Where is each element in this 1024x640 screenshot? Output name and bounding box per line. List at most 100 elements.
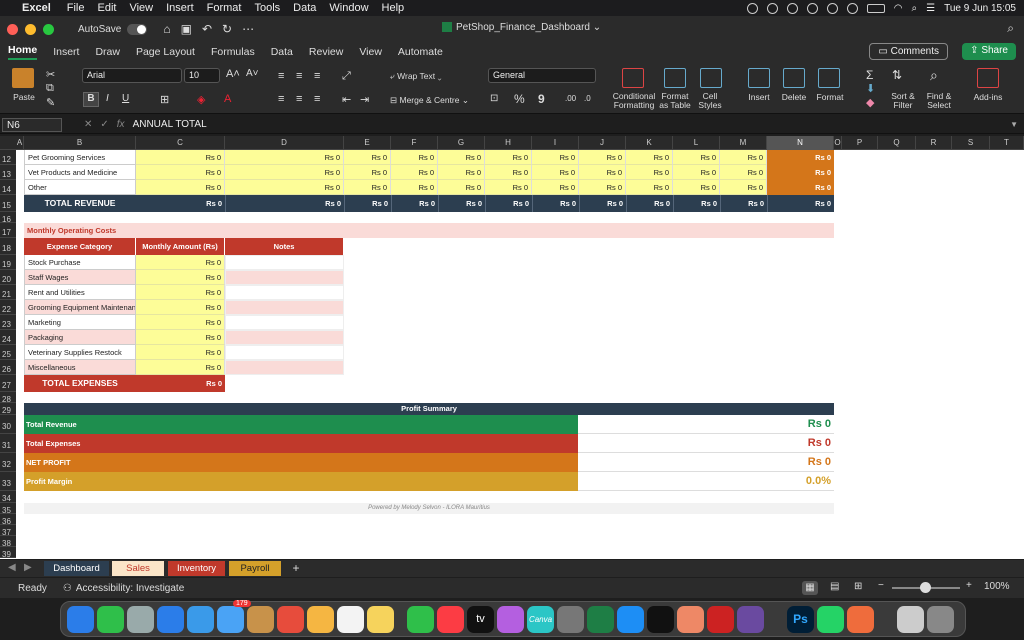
system-settings-icon[interactable] <box>557 606 584 633</box>
tab-data[interactable]: Data <box>271 46 293 58</box>
column-header-s[interactable]: S <box>952 136 990 150</box>
sheet-tab-payroll[interactable]: Payroll <box>229 561 281 576</box>
capcut-icon[interactable] <box>647 606 674 633</box>
column-header-a[interactable]: A <box>16 136 24 150</box>
row-header[interactable]: 27 <box>0 375 16 392</box>
row-header[interactable]: 33 <box>0 472 16 491</box>
align-left-icon[interactable]: ≡ <box>278 93 284 105</box>
row-header[interactable]: 35 <box>0 503 16 515</box>
total-revenue-cell[interactable]: Rs 0 <box>626 195 673 212</box>
revenue-cell[interactable]: Rs 0 <box>136 165 225 180</box>
undo-icon[interactable]: ↶ <box>202 22 212 36</box>
add-sheet-button[interactable]: + <box>288 561 304 576</box>
menu-help[interactable]: Help <box>382 2 405 14</box>
revenue-cell[interactable]: Rs 0 <box>673 165 720 180</box>
revenue-cell[interactable]: Rs 0 <box>438 150 485 165</box>
increase-decimal-button[interactable]: .00 <box>565 94 576 103</box>
normal-view-icon[interactable]: ▦ <box>802 581 818 595</box>
autosum-icon[interactable]: Σ <box>866 68 873 82</box>
revenue-cell[interactable]: Rs 0 <box>626 150 673 165</box>
column-header-q[interactable]: Q <box>878 136 916 150</box>
menu-insert[interactable]: Insert <box>166 2 194 14</box>
expense-notes-cell[interactable] <box>225 330 344 345</box>
menu-window[interactable]: Window <box>329 2 368 14</box>
conditional-formatting-icon[interactable] <box>622 68 644 88</box>
accessibility-icon[interactable]: ⚇ <box>63 583 72 594</box>
total-revenue-cell[interactable]: Rs 0 <box>438 195 485 212</box>
percent-button[interactable]: % <box>514 92 525 106</box>
revenue-cell[interactable]: Rs 0 <box>626 180 673 195</box>
expense-notes-cell[interactable] <box>225 285 344 300</box>
zoom-slider-thumb[interactable] <box>920 582 931 593</box>
tab-insert[interactable]: Insert <box>53 46 79 58</box>
revenue-cell[interactable]: Rs 0 <box>673 180 720 195</box>
expense-label[interactable]: Stock Purchase <box>24 255 136 270</box>
revenue-cell[interactable]: Rs 0 <box>391 150 438 165</box>
numbers-icon[interactable] <box>407 606 434 633</box>
total-revenue-cell[interactable]: Rs 0 <box>485 195 532 212</box>
column-header-g[interactable]: G <box>438 136 485 150</box>
maximize-button[interactable] <box>43 23 54 35</box>
revenue-cell[interactable]: Rs 0 <box>579 165 626 180</box>
row-header[interactable]: 39 <box>0 547 16 559</box>
total-revenue-cell[interactable]: Rs 0 <box>673 195 720 212</box>
align-right-icon[interactable]: ≡ <box>314 93 320 105</box>
expense-amount-cell[interactable]: Rs 0 <box>136 270 225 285</box>
row-header[interactable]: 26 <box>0 360 16 375</box>
prev-sheet-icon[interactable]: ◀ <box>8 562 16 573</box>
profit-value[interactable]: 0.0% <box>578 472 834 491</box>
italic-button[interactable]: I <box>106 93 109 104</box>
column-header-t[interactable]: T <box>990 136 1024 150</box>
menu-view[interactable]: View <box>129 2 153 14</box>
cell-styles-icon[interactable] <box>700 68 722 88</box>
delete-cells-button[interactable]: Delete <box>780 92 808 102</box>
music-icon[interactable] <box>437 606 464 633</box>
total-revenue-cell[interactable]: Rs 0 <box>225 195 344 212</box>
fill-color-icon[interactable]: ◈ <box>197 93 205 106</box>
revenue-cell[interactable]: Rs 0 <box>720 165 767 180</box>
clock[interactable]: Tue 9 Jun 15:05 <box>944 3 1016 14</box>
menu-format[interactable]: Format <box>207 2 242 14</box>
tab-home[interactable]: Home <box>8 44 38 60</box>
revenue-cell[interactable]: Rs 0 <box>391 180 438 195</box>
chrome-icon[interactable] <box>277 606 304 633</box>
zoom-out-button[interactable]: − <box>878 580 884 591</box>
column-header-p[interactable]: P <box>842 136 878 150</box>
annual-total-cell[interactable]: Rs 0 <box>767 150 834 165</box>
tab-page-layout[interactable]: Page Layout <box>136 46 195 58</box>
revenue-cell[interactable]: Rs 0 <box>136 180 225 195</box>
expense-amount-cell[interactable]: Rs 0 <box>136 285 225 300</box>
increase-font-icon[interactable]: A˄ <box>226 68 240 80</box>
profit-value[interactable]: Rs 0 <box>578 453 834 472</box>
menu-data[interactable]: Data <box>293 2 316 14</box>
battery-icon[interactable] <box>866 3 885 13</box>
expense-notes-cell[interactable] <box>225 315 344 330</box>
revenue-cell[interactable]: Rs 0 <box>532 165 579 180</box>
column-header-d[interactable]: D <box>225 136 344 150</box>
revenue-cell[interactable]: Rs 0 <box>438 165 485 180</box>
tab-automate[interactable]: Automate <box>398 46 443 58</box>
app-icon[interactable] <box>847 606 874 633</box>
revenue-cell[interactable]: Rs 0 <box>391 165 438 180</box>
sheet-tab-dashboard[interactable]: Dashboard <box>44 561 109 576</box>
annual-total-cell[interactable]: Rs 0 <box>767 180 834 195</box>
expand-formula-icon[interactable]: ▼ <box>1010 120 1018 129</box>
finder-window-icon[interactable] <box>897 606 924 633</box>
mail-icon[interactable] <box>217 606 244 633</box>
close-window-button[interactable] <box>7 23 18 35</box>
paste-label[interactable]: Paste <box>10 92 38 102</box>
expense-notes-cell[interactable] <box>225 345 344 360</box>
menu-tools[interactable]: Tools <box>254 2 280 14</box>
expense-amount-cell[interactable]: Rs 0 <box>136 360 225 375</box>
next-sheet-icon[interactable]: ▶ <box>24 562 32 573</box>
revenue-cell[interactable]: Rs 0 <box>673 150 720 165</box>
revenue-cell[interactable]: Rs 0 <box>225 180 344 195</box>
column-header-m[interactable]: M <box>720 136 767 150</box>
annual-total-cell[interactable]: Rs 0 <box>767 165 834 180</box>
copy-icon[interactable]: ⧉ <box>46 82 54 95</box>
profit-label[interactable]: Total Expenses <box>24 434 578 453</box>
whatsapp-icon[interactable] <box>817 606 844 633</box>
row-header[interactable]: 38 <box>0 536 16 548</box>
column-header-h[interactable]: H <box>485 136 532 150</box>
row-header[interactable]: 29 <box>0 403 16 415</box>
